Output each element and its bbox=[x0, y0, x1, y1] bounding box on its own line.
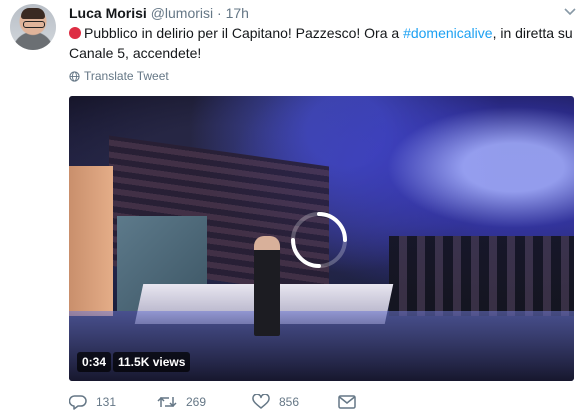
retweet-button[interactable]: 269 bbox=[157, 394, 252, 410]
mail-icon bbox=[338, 395, 356, 409]
tweet-timestamp[interactable]: 17h bbox=[226, 5, 249, 21]
avatar-hair bbox=[21, 8, 45, 19]
separator-dot: · bbox=[217, 5, 222, 21]
avatar[interactable] bbox=[10, 4, 56, 50]
retweet-count: 269 bbox=[186, 395, 207, 409]
reply-button[interactable]: 131 bbox=[69, 394, 157, 410]
video-views-badge: 11.5K views bbox=[113, 352, 191, 372]
author-name[interactable]: Luca Morisi bbox=[69, 5, 147, 21]
video-frame-person bbox=[254, 236, 280, 336]
avatar-glasses bbox=[23, 21, 45, 28]
translate-tweet-link[interactable]: Translate Tweet bbox=[69, 69, 169, 83]
like-count: 856 bbox=[279, 395, 300, 409]
reply-icon bbox=[69, 395, 87, 410]
heart-icon bbox=[252, 394, 270, 409]
tweet-header: Luca Morisi @lumorisi · 17h bbox=[69, 4, 249, 22]
author-handle[interactable]: @lumorisi bbox=[151, 5, 213, 21]
retweet-icon bbox=[157, 396, 177, 408]
tweet-text: Pubblico in delirio per il Capitano! Paz… bbox=[69, 23, 574, 63]
globe-icon bbox=[69, 70, 80, 82]
translate-label: Translate Tweet bbox=[84, 69, 169, 83]
like-button[interactable]: 856 bbox=[252, 394, 338, 410]
hashtag-link[interactable]: #domenicalive bbox=[403, 25, 493, 41]
reply-count: 131 bbox=[96, 395, 117, 409]
loading-spinner-icon bbox=[291, 212, 347, 268]
video-player[interactable]: 0:34 11.5K views bbox=[69, 96, 574, 381]
video-frame-pillar bbox=[69, 166, 113, 316]
tweet-actions: 131 269 856 bbox=[69, 394, 356, 410]
tweet-text-before: Pubblico in delirio per il Capitano! Paz… bbox=[84, 25, 404, 41]
direct-message-button[interactable] bbox=[338, 395, 356, 409]
red-circle-icon bbox=[69, 27, 81, 39]
video-duration-badge: 0:34 bbox=[77, 352, 112, 372]
video-frame-crowd bbox=[389, 236, 574, 316]
chevron-down-icon[interactable] bbox=[562, 4, 578, 20]
